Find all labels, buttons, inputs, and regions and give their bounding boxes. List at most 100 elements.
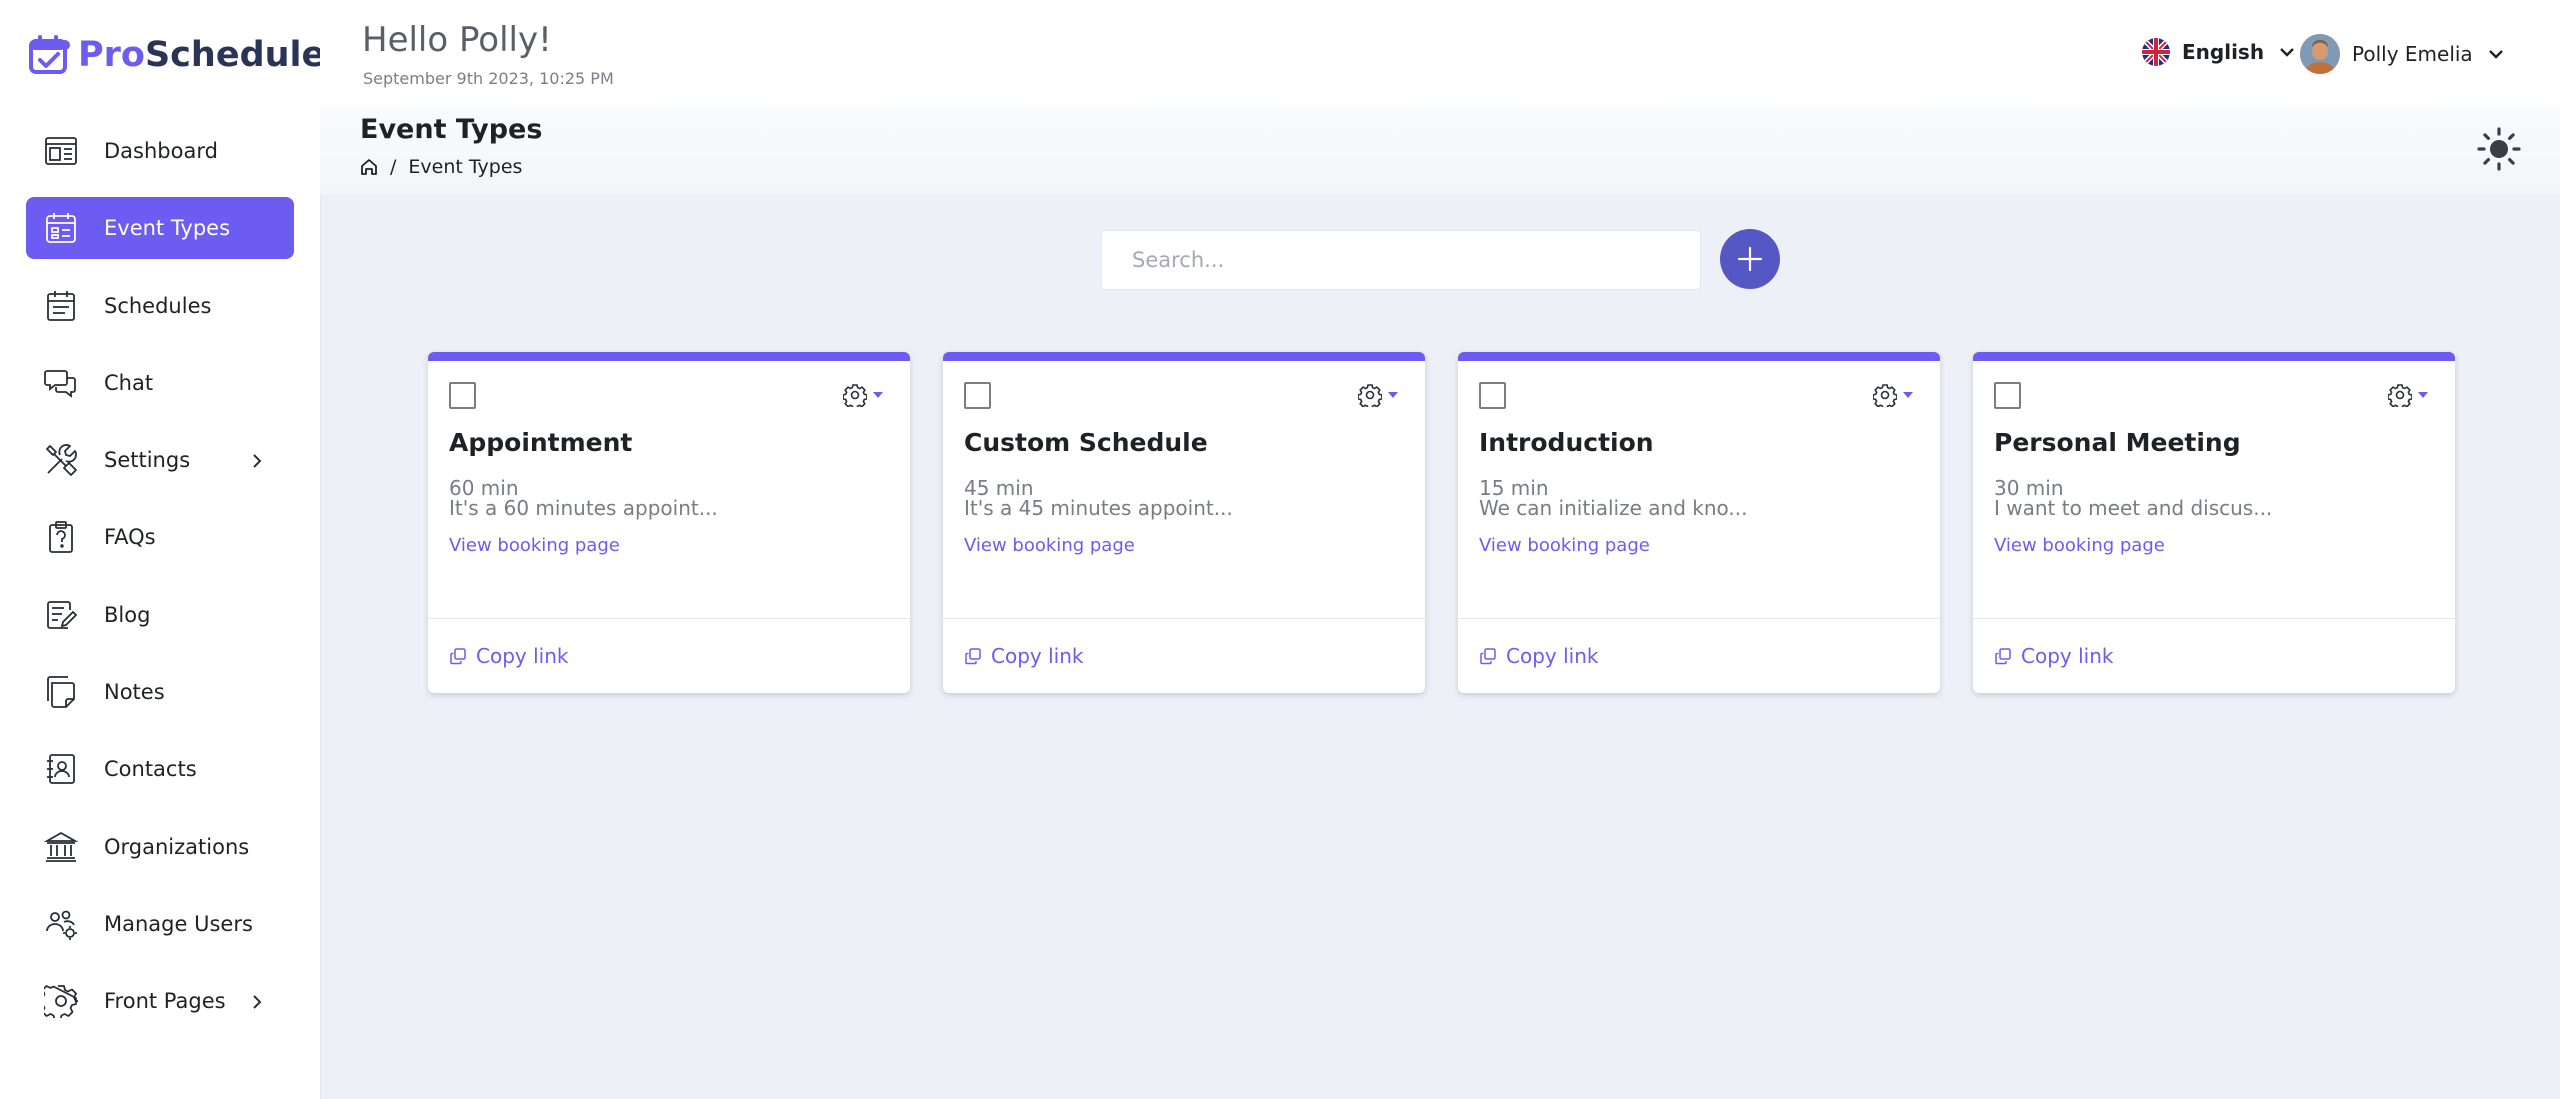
search-input[interactable] (1101, 230, 1701, 290)
card-checkbox[interactable] (1479, 382, 1506, 409)
copy-link-button[interactable]: Copy link (964, 644, 1083, 668)
gear-icon (38, 984, 80, 1021)
card-description: It's a 60 minutes appoint... (449, 496, 718, 520)
copy-icon (1480, 648, 1496, 665)
language-label: English (2182, 40, 2265, 64)
copy-link-button[interactable]: Copy link (1479, 644, 1598, 668)
add-event-type-button[interactable] (1720, 229, 1780, 289)
breadcrumb: / Event Types (360, 156, 522, 178)
blog-icon (44, 598, 78, 632)
divider (1973, 618, 2455, 619)
card-accent-bar (1458, 352, 1940, 361)
gear-icon (1873, 384, 1897, 407)
event-type-card: Introduction 15 min We can initialize an… (1458, 352, 1940, 693)
chevron-down-icon (2280, 48, 2294, 57)
card-settings-menu[interactable] (1873, 383, 1914, 407)
copy-icon (1995, 648, 2011, 665)
chevron-down-icon (2488, 50, 2503, 59)
sidebar-item-label: Schedules (104, 293, 212, 318)
sun-icon[interactable] (2476, 126, 2522, 172)
divider (428, 618, 910, 619)
home-icon[interactable] (360, 158, 378, 176)
greeting: Hello Polly! (362, 20, 552, 60)
copy-link-label: Copy link (476, 644, 569, 668)
contacts-icon (44, 752, 78, 786)
card-checkbox[interactable] (964, 382, 991, 409)
card-settings-menu[interactable] (1358, 383, 1399, 407)
event-type-card: Personal Meeting 30 min I want to meet a… (1973, 352, 2455, 693)
notes-icon (44, 675, 78, 709)
sidebar-item-label: Blog (104, 602, 151, 627)
organization-icon (43, 830, 79, 864)
chevron-right-icon (253, 995, 262, 1009)
calendar-icon (44, 289, 78, 323)
divider (943, 618, 1425, 619)
sidebar-item-label: Manage Users (104, 911, 253, 936)
sidebar-item-label: Dashboard (104, 139, 218, 163)
event-types-icon (44, 211, 78, 245)
card-description: It's a 45 minutes appoint... (964, 496, 1233, 520)
card-accent-bar (943, 352, 1425, 361)
view-booking-page-link[interactable]: View booking page (449, 535, 620, 556)
sidebar-item-front-pages[interactable]: Front Pages (26, 970, 294, 1032)
sidebar: ProSchedule Dashboard Event Types Schedu… (0, 0, 325, 1099)
copy-icon (965, 648, 981, 665)
card-title: Introduction (1479, 428, 1654, 457)
caret-down-icon (1903, 392, 1913, 398)
users-icon (44, 907, 78, 941)
card-title: Custom Schedule (964, 428, 1208, 457)
sidebar-item-contacts[interactable]: Contacts (26, 738, 294, 800)
chevron-right-icon (253, 454, 262, 468)
sidebar-item-chat[interactable]: Chat (26, 352, 294, 414)
caret-down-icon (2418, 392, 2428, 398)
sidebar-item-manage-users[interactable]: Manage Users (26, 893, 294, 955)
copy-link-button[interactable]: Copy link (449, 644, 568, 668)
sidebar-item-label: Contacts (104, 757, 197, 782)
card-description: We can initialize and kno... (1479, 496, 1748, 520)
sidebar-item-label: Event Types (104, 216, 231, 241)
sidebar-item-organizations[interactable]: Organizations (26, 816, 294, 878)
sidebar-item-event-types[interactable]: Event Types (26, 197, 294, 260)
card-description: I want to meet and discus... (1994, 496, 2273, 520)
sidebar-item-blog[interactable]: Blog (26, 584, 294, 646)
gear-icon (1358, 384, 1382, 407)
sidebar-item-notes[interactable]: Notes (26, 661, 294, 723)
event-type-card: Custom Schedule 45 min It's a 45 minutes… (943, 352, 1425, 693)
user-name: Polly Emelia (2352, 42, 2473, 66)
sidebar-item-faqs[interactable]: FAQs (26, 506, 294, 568)
sidebar-item-schedules[interactable]: Schedules (26, 275, 294, 337)
card-settings-menu[interactable] (843, 383, 884, 407)
logo-calendar-icon (29, 35, 70, 74)
caret-down-icon (1388, 392, 1398, 398)
sidebar-item-settings[interactable]: Settings (26, 429, 294, 491)
sidebar-item-label: Organizations (104, 834, 250, 859)
sidebar-item-dashboard[interactable]: Dashboard (26, 120, 294, 182)
logo[interactable]: ProSchedule (28, 30, 325, 80)
copy-link-label: Copy link (1506, 644, 1599, 668)
top-header: Hello Polly! September 9th 2023, 10:25 P… (320, 0, 2560, 104)
divider (1458, 618, 1940, 619)
copy-link-label: Copy link (991, 644, 1084, 668)
faq-icon (44, 520, 78, 554)
user-menu[interactable]: Polly Emelia (2300, 34, 2505, 74)
caret-down-icon (873, 392, 883, 398)
uk-flag-icon (2142, 38, 2170, 66)
sidebar-nav: Dashboard Event Types Schedules Chat Set… (26, 120, 294, 1048)
view-booking-page-link[interactable]: View booking page (1479, 535, 1650, 556)
copy-icon (450, 648, 466, 665)
event-type-card: Appointment 60 min It's a 60 minutes app… (428, 352, 910, 693)
tools-icon (44, 443, 78, 477)
language-selector[interactable]: English (2142, 38, 2296, 66)
plus-icon (1737, 246, 1763, 272)
card-settings-menu[interactable] (2388, 383, 2429, 407)
card-checkbox[interactable] (1994, 382, 2021, 409)
page-title: Event Types (360, 114, 543, 145)
card-checkbox[interactable] (449, 382, 476, 409)
view-booking-page-link[interactable]: View booking page (964, 535, 1135, 556)
breadcrumb-separator: / (390, 156, 397, 178)
sidebar-item-label: Settings (104, 448, 191, 473)
view-booking-page-link[interactable]: View booking page (1994, 535, 2165, 556)
sidebar-item-label: Notes (104, 680, 165, 705)
copy-link-button[interactable]: Copy link (1994, 644, 2113, 668)
copy-link-label: Copy link (2021, 644, 2114, 668)
